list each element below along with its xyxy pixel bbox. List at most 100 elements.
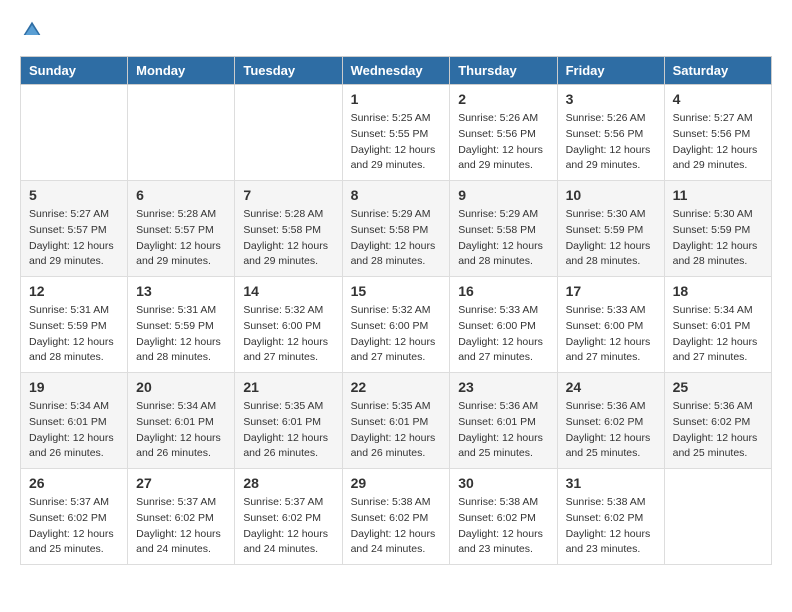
day-info: Sunrise: 5:34 AMSunset: 6:01 PMDaylight:…	[673, 303, 763, 366]
header-day-wednesday: Wednesday	[342, 57, 450, 85]
calendar-cell: 31 Sunrise: 5:38 AMSunset: 6:02 PMDayligh…	[557, 469, 664, 565]
header-day-saturday: Saturday	[664, 57, 771, 85]
header-day-sunday: Sunday	[21, 57, 128, 85]
day-number: 28	[243, 475, 333, 491]
day-number: 14	[243, 283, 333, 299]
calendar-cell: 21 Sunrise: 5:35 AMSunset: 6:01 PMDayligh…	[235, 373, 342, 469]
day-number: 18	[673, 283, 763, 299]
calendar-cell: 14 Sunrise: 5:32 AMSunset: 6:00 PMDayligh…	[235, 277, 342, 373]
calendar-cell	[21, 85, 128, 181]
day-number: 1	[351, 91, 442, 107]
calendar-week-row: 12 Sunrise: 5:31 AMSunset: 5:59 PMDayligh…	[21, 277, 772, 373]
calendar-cell: 20 Sunrise: 5:34 AMSunset: 6:01 PMDayligh…	[128, 373, 235, 469]
day-number: 8	[351, 187, 442, 203]
calendar-body: 1 Sunrise: 5:25 AMSunset: 5:55 PMDaylight…	[21, 85, 772, 565]
day-number: 12	[29, 283, 119, 299]
day-info: Sunrise: 5:36 AMSunset: 6:02 PMDaylight:…	[566, 399, 656, 462]
calendar-cell: 10 Sunrise: 5:30 AMSunset: 5:59 PMDayligh…	[557, 181, 664, 277]
calendar-cell: 2Sunrise: 5:26 AMSunset: 5:56 PMDaylight…	[450, 85, 557, 181]
day-info: Sunrise: 5:33 AMSunset: 6:00 PMDaylight:…	[566, 303, 656, 366]
day-number: 25	[673, 379, 763, 395]
day-number: 27	[136, 475, 226, 491]
calendar-cell: 3 Sunrise: 5:26 AMSunset: 5:56 PMDaylight…	[557, 85, 664, 181]
day-number: 23	[458, 379, 548, 395]
page-header	[20, 20, 772, 40]
day-info: Sunrise: 5:37 AMSunset: 6:02 PMDaylight:…	[136, 495, 226, 558]
day-number: 4	[673, 91, 763, 107]
day-number: 24	[566, 379, 656, 395]
day-info: Sunrise: 5:29 AMSunset: 5:58 PMDaylight:…	[458, 207, 548, 270]
calendar-cell: 5Sunrise: 5:27 AMSunset: 5:57 PMDaylight…	[21, 181, 128, 277]
day-number: 31	[566, 475, 656, 491]
calendar-cell	[664, 469, 771, 565]
calendar-week-row: 1 Sunrise: 5:25 AMSunset: 5:55 PMDaylight…	[21, 85, 772, 181]
calendar-cell: 27 Sunrise: 5:37 AMSunset: 6:02 PMDayligh…	[128, 469, 235, 565]
day-info: Sunrise: 5:30 AMSunset: 5:59 PMDaylight:…	[566, 207, 656, 270]
calendar-cell: 13 Sunrise: 5:31 AMSunset: 5:59 PMDayligh…	[128, 277, 235, 373]
calendar-cell: 17 Sunrise: 5:33 AMSunset: 6:00 PMDayligh…	[557, 277, 664, 373]
logo-icon	[22, 20, 42, 40]
calendar-cell: 18 Sunrise: 5:34 AMSunset: 6:01 PMDayligh…	[664, 277, 771, 373]
day-info: Sunrise: 5:38 AMSunset: 6:02 PMDaylight:…	[566, 495, 656, 558]
day-number: 6	[136, 187, 226, 203]
day-number: 13	[136, 283, 226, 299]
day-info: Sunrise: 5:37 AMSunset: 6:02 PMDaylight:…	[243, 495, 333, 558]
day-number: 19	[29, 379, 119, 395]
day-info: Sunrise: 5:35 AMSunset: 6:01 PMDaylight:…	[351, 399, 442, 462]
day-number: 21	[243, 379, 333, 395]
day-info: Sunrise: 5:26 AMSunset: 5:56 PMDaylight:…	[566, 111, 656, 174]
calendar-cell: 24 Sunrise: 5:36 AMSunset: 6:02 PMDayligh…	[557, 373, 664, 469]
day-info: Sunrise: 5:32 AMSunset: 6:00 PMDaylight:…	[243, 303, 333, 366]
header-day-thursday: Thursday	[450, 57, 557, 85]
day-number: 10	[566, 187, 656, 203]
header-day-monday: Monday	[128, 57, 235, 85]
day-info: Sunrise: 5:25 AMSunset: 5:55 PMDaylight:…	[351, 111, 442, 174]
day-number: 22	[351, 379, 442, 395]
calendar-cell	[235, 85, 342, 181]
day-info: Sunrise: 5:27 AMSunset: 5:56 PMDaylight:…	[673, 111, 763, 174]
calendar-table: SundayMondayTuesdayWednesdayThursdayFrid…	[20, 56, 772, 565]
day-number: 17	[566, 283, 656, 299]
day-info: Sunrise: 5:38 AMSunset: 6:02 PMDaylight:…	[351, 495, 442, 558]
header-day-tuesday: Tuesday	[235, 57, 342, 85]
calendar-cell	[128, 85, 235, 181]
day-info: Sunrise: 5:30 AMSunset: 5:59 PMDaylight:…	[673, 207, 763, 270]
day-number: 20	[136, 379, 226, 395]
day-info: Sunrise: 5:36 AMSunset: 6:02 PMDaylight:…	[673, 399, 763, 462]
calendar-cell: 8 Sunrise: 5:29 AMSunset: 5:58 PMDaylight…	[342, 181, 450, 277]
day-info: Sunrise: 5:34 AMSunset: 6:01 PMDaylight:…	[136, 399, 226, 462]
day-number: 26	[29, 475, 119, 491]
day-info: Sunrise: 5:31 AMSunset: 5:59 PMDaylight:…	[136, 303, 226, 366]
calendar-cell: 16Sunrise: 5:33 AMSunset: 6:00 PMDayligh…	[450, 277, 557, 373]
calendar-cell: 15Sunrise: 5:32 AMSunset: 6:00 PMDayligh…	[342, 277, 450, 373]
calendar-cell: 29 Sunrise: 5:38 AMSunset: 6:02 PMDayligh…	[342, 469, 450, 565]
header-row: SundayMondayTuesdayWednesdayThursdayFrid…	[21, 57, 772, 85]
day-info: Sunrise: 5:31 AMSunset: 5:59 PMDaylight:…	[29, 303, 119, 366]
calendar-cell: 22 Sunrise: 5:35 AMSunset: 6:01 PMDayligh…	[342, 373, 450, 469]
calendar-cell: 1 Sunrise: 5:25 AMSunset: 5:55 PMDaylight…	[342, 85, 450, 181]
day-number: 29	[351, 475, 442, 491]
day-info: Sunrise: 5:28 AMSunset: 5:57 PMDaylight:…	[136, 207, 226, 270]
day-number: 3	[566, 91, 656, 107]
day-number: 30	[458, 475, 548, 491]
day-number: 16	[458, 283, 548, 299]
calendar-cell: 30Sunrise: 5:38 AMSunset: 6:02 PMDayligh…	[450, 469, 557, 565]
day-info: Sunrise: 5:35 AMSunset: 6:01 PMDaylight:…	[243, 399, 333, 462]
calendar-cell: 28 Sunrise: 5:37 AMSunset: 6:02 PMDayligh…	[235, 469, 342, 565]
calendar-cell: 11Sunrise: 5:30 AMSunset: 5:59 PMDayligh…	[664, 181, 771, 277]
calendar-week-row: 5Sunrise: 5:27 AMSunset: 5:57 PMDaylight…	[21, 181, 772, 277]
calendar-cell: 9 Sunrise: 5:29 AMSunset: 5:58 PMDaylight…	[450, 181, 557, 277]
calendar-week-row: 26 Sunrise: 5:37 AMSunset: 6:02 PMDayligh…	[21, 469, 772, 565]
header-day-friday: Friday	[557, 57, 664, 85]
day-info: Sunrise: 5:37 AMSunset: 6:02 PMDaylight:…	[29, 495, 119, 558]
logo	[20, 20, 44, 40]
calendar-header: SundayMondayTuesdayWednesdayThursdayFrid…	[21, 57, 772, 85]
day-info: Sunrise: 5:29 AMSunset: 5:58 PMDaylight:…	[351, 207, 442, 270]
day-number: 9	[458, 187, 548, 203]
calendar-cell: 26 Sunrise: 5:37 AMSunset: 6:02 PMDayligh…	[21, 469, 128, 565]
day-number: 7	[243, 187, 333, 203]
day-info: Sunrise: 5:36 AMSunset: 6:01 PMDaylight:…	[458, 399, 548, 462]
calendar-week-row: 19 Sunrise: 5:34 AMSunset: 6:01 PMDayligh…	[21, 373, 772, 469]
calendar-cell: 7 Sunrise: 5:28 AMSunset: 5:58 PMDaylight…	[235, 181, 342, 277]
day-info: Sunrise: 5:28 AMSunset: 5:58 PMDaylight:…	[243, 207, 333, 270]
